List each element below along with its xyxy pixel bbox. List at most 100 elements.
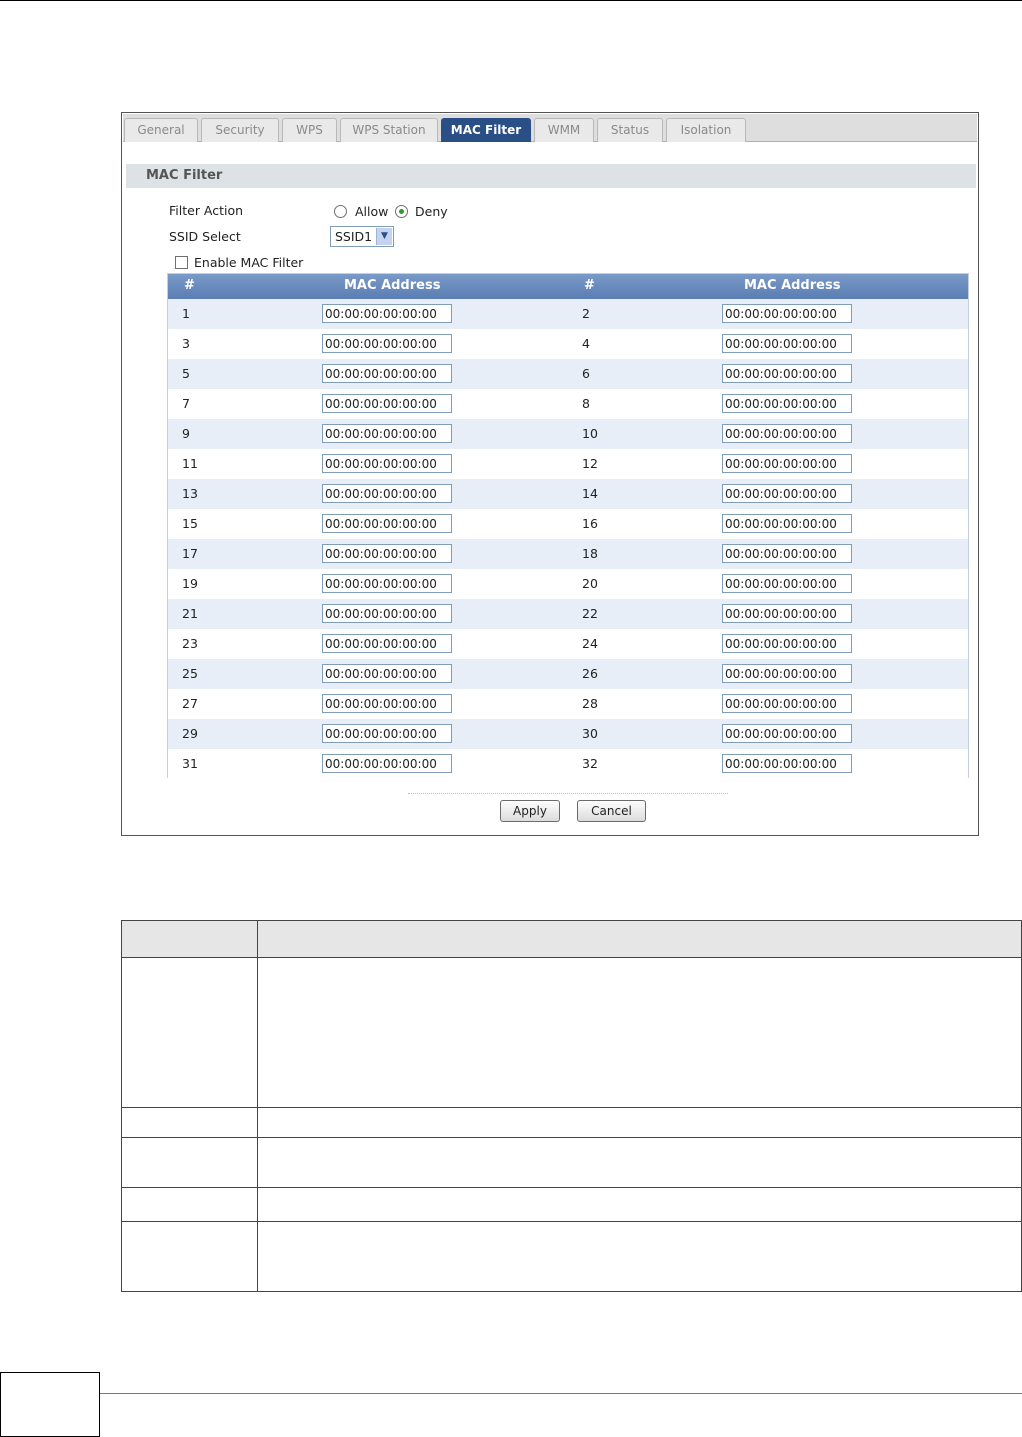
- tab-status[interactable]: Status: [597, 118, 663, 142]
- cancel-button[interactable]: Cancel: [577, 800, 646, 822]
- row-number-right: 22: [582, 606, 598, 621]
- description-cell: [121, 1187, 258, 1222]
- mac-address-input[interactable]: [322, 544, 452, 563]
- row-number-left: 17: [182, 546, 198, 561]
- mac-address-input[interactable]: [722, 694, 852, 713]
- row-number-right: 32: [582, 756, 598, 771]
- mac-address-input[interactable]: [322, 634, 452, 653]
- header-num-left: #: [184, 278, 195, 293]
- mac-address-input[interactable]: [722, 634, 852, 653]
- mac-address-input[interactable]: [722, 724, 852, 743]
- header-num-right: #: [584, 278, 595, 293]
- mac-address-input[interactable]: [322, 334, 452, 353]
- table-row: 27 28: [168, 689, 968, 719]
- row-number-left: 21: [182, 606, 198, 621]
- row-number-right: 26: [582, 666, 598, 681]
- row-number-right: 16: [582, 516, 598, 531]
- tab-bar: General Security WPS WPS Station MAC Fil…: [123, 114, 977, 142]
- row-number-left: 7: [182, 396, 190, 411]
- row-number-right: 2: [582, 306, 590, 321]
- deny-radio[interactable]: [395, 205, 408, 218]
- allow-radio[interactable]: [334, 205, 347, 218]
- description-cell: [121, 1137, 258, 1188]
- table-row: 1920: [168, 569, 968, 599]
- screenshot-frame: General Security WPS WPS Station MAC Fil…: [121, 112, 979, 836]
- mac-address-input[interactable]: [322, 694, 452, 713]
- row-number-right: 4: [582, 336, 590, 351]
- enable-mac-filter-label[interactable]: Enable MAC Filter: [194, 255, 303, 270]
- mac-address-input[interactable]: [722, 424, 852, 443]
- ssid-select[interactable]: SSID1 ▼: [330, 226, 394, 247]
- row-number-left: 27: [182, 696, 198, 711]
- mac-address-input[interactable]: [322, 304, 452, 323]
- row-number-left: 1: [182, 306, 190, 321]
- mac-address-input[interactable]: [722, 574, 852, 593]
- table-row: 29 30: [168, 719, 968, 749]
- description-table: [121, 920, 1022, 1292]
- row-number-right: 28: [582, 696, 598, 711]
- mac-address-input[interactable]: [322, 574, 452, 593]
- chevron-down-icon[interactable]: ▼: [376, 228, 392, 245]
- mac-address-input[interactable]: [722, 364, 852, 383]
- table-row: 31 32: [168, 749, 968, 779]
- description-cell: [257, 1107, 1022, 1138]
- mac-address-input[interactable]: [722, 664, 852, 683]
- table-row: 25 26: [168, 659, 968, 689]
- header-mac-left: MAC Address: [344, 278, 441, 293]
- table-row: 13 14: [168, 479, 968, 509]
- enable-mac-filter-checkbox[interactable]: [175, 256, 188, 269]
- row-number-right: 10: [582, 426, 598, 441]
- mac-address-input[interactable]: [322, 664, 452, 683]
- row-number-left: 13: [182, 486, 198, 501]
- mac-address-input[interactable]: [722, 544, 852, 563]
- row-number-right: 8: [582, 396, 590, 411]
- table-row: 21 22: [168, 599, 968, 629]
- mac-address-input[interactable]: [722, 754, 852, 773]
- tab-security[interactable]: Security: [201, 118, 279, 142]
- table-row: 11 12: [168, 449, 968, 479]
- row-number-left: 29: [182, 726, 198, 741]
- tab-wmm[interactable]: WMM: [534, 118, 594, 142]
- mac-address-input[interactable]: [722, 454, 852, 473]
- tab-wps[interactable]: WPS: [282, 118, 337, 142]
- description-table-header: [121, 920, 1022, 958]
- mac-address-input[interactable]: [722, 514, 852, 533]
- tab-isolation[interactable]: Isolation: [666, 118, 746, 142]
- tab-wps-station[interactable]: WPS Station: [340, 118, 438, 142]
- description-cell: [257, 1187, 1022, 1222]
- description-cell: [121, 957, 258, 1108]
- mac-address-input[interactable]: [322, 484, 452, 503]
- section-title: MAC Filter: [126, 164, 976, 188]
- apply-button[interactable]: Apply: [500, 800, 560, 822]
- deny-label[interactable]: Deny: [415, 204, 448, 219]
- row-number-right: 20: [582, 576, 598, 591]
- mac-address-input[interactable]: [322, 604, 452, 623]
- button-divider: [408, 793, 728, 794]
- description-cell: [257, 1221, 1022, 1292]
- mac-address-input[interactable]: [322, 754, 452, 773]
- mac-address-input[interactable]: [322, 424, 452, 443]
- tab-mac-filter[interactable]: MAC Filter: [441, 118, 531, 142]
- mac-address-input[interactable]: [722, 484, 852, 503]
- table-row: 34: [168, 329, 968, 359]
- mac-address-input[interactable]: [722, 394, 852, 413]
- mac-address-input[interactable]: [322, 724, 452, 743]
- table-row: 78: [168, 389, 968, 419]
- header-mac-right: MAC Address: [744, 278, 841, 293]
- header-cell-description: [257, 920, 1022, 958]
- allow-label[interactable]: Allow: [355, 204, 388, 219]
- mac-address-input[interactable]: [322, 394, 452, 413]
- mac-address-input[interactable]: [322, 514, 452, 533]
- mac-address-table: # MAC Address # MAC Address 123456789101…: [167, 273, 969, 779]
- mac-address-input[interactable]: [722, 304, 852, 323]
- mac-address-input[interactable]: [722, 604, 852, 623]
- mac-address-input[interactable]: [722, 334, 852, 353]
- description-row: [121, 957, 1022, 1108]
- footer-rule: [100, 1393, 1022, 1394]
- table-row: 1516: [168, 509, 968, 539]
- mac-address-input[interactable]: [322, 364, 452, 383]
- row-number-left: 31: [182, 756, 198, 771]
- mac-address-input[interactable]: [322, 454, 452, 473]
- tab-general[interactable]: General: [124, 118, 198, 142]
- row-number-left: 3: [182, 336, 190, 351]
